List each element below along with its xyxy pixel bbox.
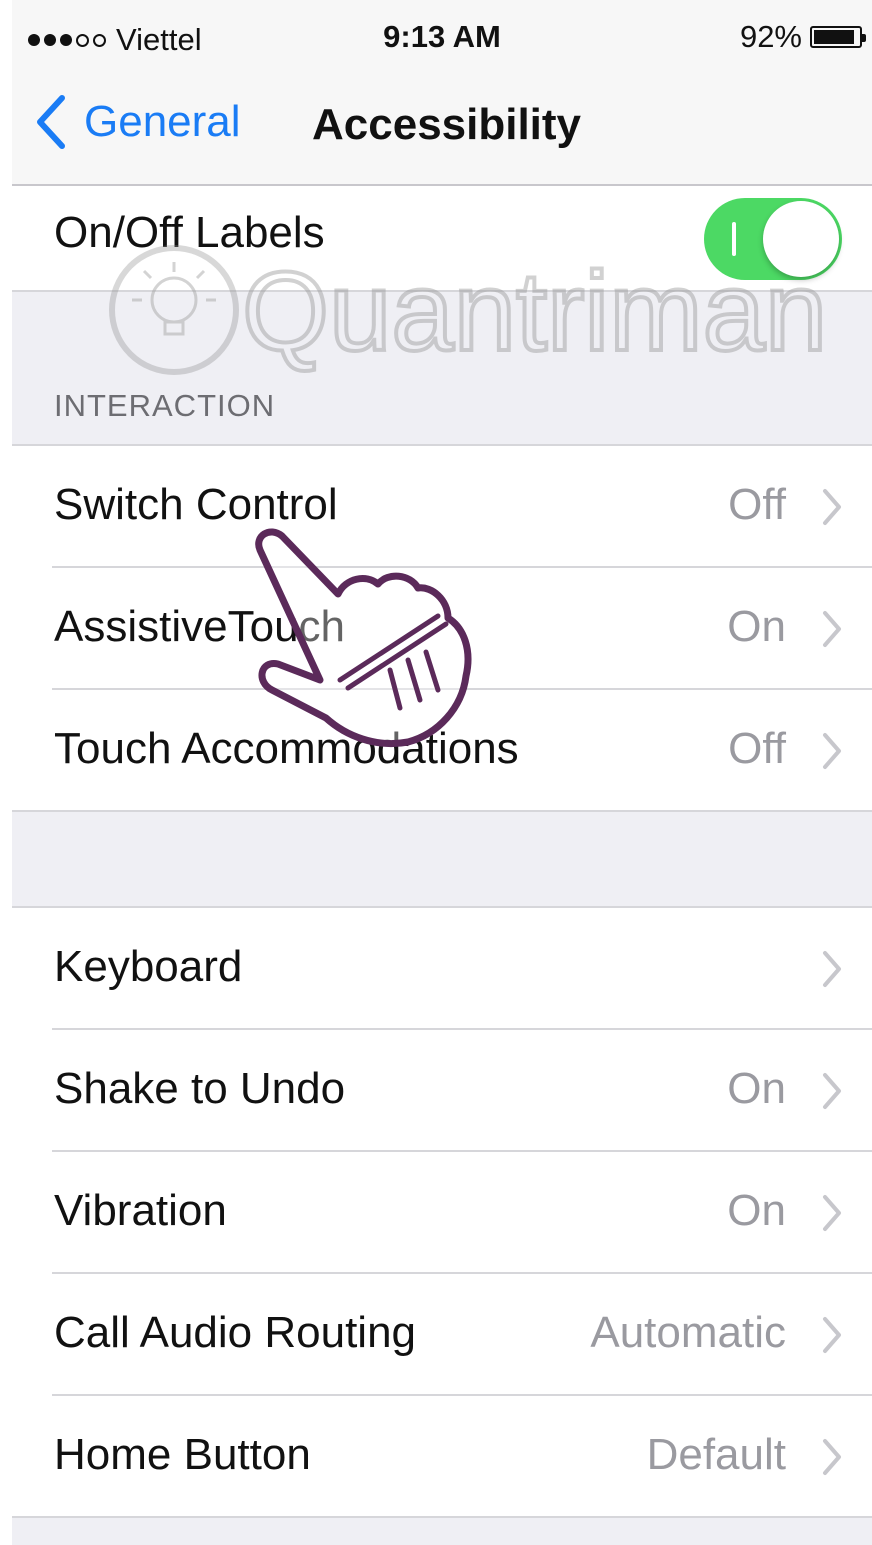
cell-touch-accommodations[interactable]: Touch Accommodations Off	[12, 690, 872, 812]
chevron-right-icon	[823, 951, 841, 987]
cell-value: Off	[728, 724, 786, 773]
chevron-right-icon	[823, 1317, 841, 1353]
cell-value: Default	[646, 1430, 786, 1479]
cell-label: Keyboard	[54, 942, 243, 991]
cell-label: AssistiveTouch	[54, 602, 346, 651]
cell-home-button[interactable]: Home Button Default	[12, 1396, 872, 1518]
accessibility-screen: Viettel 9:13 AM 92% General Accessibilit…	[12, 0, 872, 1545]
cell-value: On	[727, 1064, 786, 1113]
battery-fill	[814, 30, 855, 44]
status-bar: Viettel 9:13 AM 92%	[12, 0, 872, 72]
cell-vibration[interactable]: Vibration On	[12, 1152, 872, 1274]
cell-call-audio-routing[interactable]: Call Audio Routing Automatic	[12, 1274, 872, 1396]
on-off-labels-toggle[interactable]	[704, 198, 842, 280]
back-label: General	[84, 97, 241, 146]
cell-label: Home Button	[54, 1430, 311, 1479]
toggle-on-indicator	[732, 222, 736, 256]
cell-shake-to-undo[interactable]: Shake to Undo On	[12, 1030, 872, 1152]
on-off-labels-cell: On/Off Labels	[12, 186, 872, 290]
cell-label: Switch Control	[54, 480, 338, 529]
chevron-right-icon	[823, 733, 841, 769]
chevron-right-icon	[823, 1439, 841, 1475]
cell-label: Touch Accommodations	[54, 724, 519, 773]
chevron-right-icon	[823, 1195, 841, 1231]
on-off-labels-label: On/Off Labels	[54, 208, 325, 257]
divider	[12, 810, 872, 812]
page-title: Accessibility	[312, 100, 582, 149]
cell-label: Call Audio Routing	[54, 1308, 417, 1357]
chevron-right-icon	[823, 489, 841, 525]
cell-label: Shake to Undo	[54, 1064, 346, 1113]
cell-assistivetouch[interactable]: AssistiveTouch On	[12, 568, 872, 690]
section-header-interaction: INTERACTION	[54, 388, 276, 423]
divider	[12, 1516, 872, 1518]
battery-percent: 92%	[739, 19, 802, 54]
battery-status: 92%	[739, 19, 866, 55]
navigation-bar: General Accessibility	[12, 72, 872, 186]
battery-icon	[810, 26, 866, 48]
cell-value: Off	[728, 480, 786, 529]
back-button[interactable]: General	[34, 94, 241, 150]
cell-value: Automatic	[590, 1308, 786, 1357]
cell-label: Vibration	[54, 1186, 227, 1235]
back-chevron-icon	[37, 95, 65, 149]
divider	[12, 290, 872, 292]
cell-value: On	[727, 1186, 786, 1235]
cell-keyboard[interactable]: Keyboard	[12, 908, 872, 1030]
chevron-right-icon	[823, 1073, 841, 1109]
chevron-right-icon	[823, 611, 841, 647]
toggle-knob	[763, 201, 839, 277]
cell-value: On	[727, 602, 786, 651]
cell-switch-control[interactable]: Switch Control Off	[12, 446, 872, 568]
